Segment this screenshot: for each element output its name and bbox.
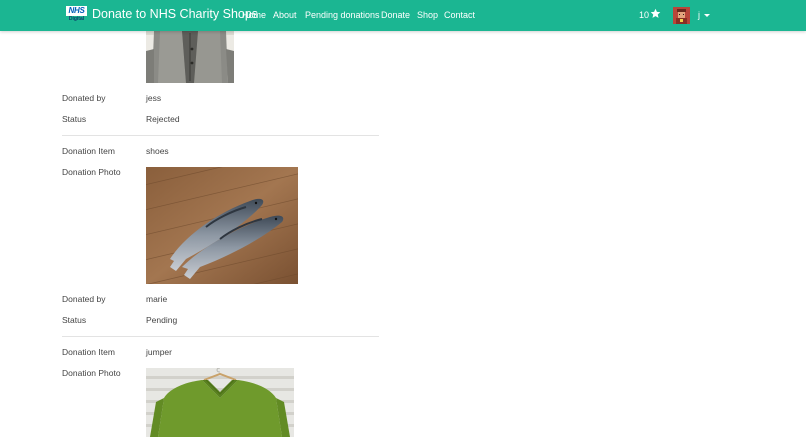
user-menu-toggle[interactable]: j [698,9,700,21]
donation-photo-jacket [146,31,234,83]
digital-logo-text: Digital [68,16,85,22]
nhs-logo-mark: NHS [66,6,87,16]
avatar-image [673,7,690,24]
donor-name: jess [146,93,162,103]
donation-item-name: shoes [146,146,169,156]
status-label: Status [62,315,87,325]
points-count: 10 [639,10,650,20]
donation-divider [62,135,379,136]
caret-down-icon[interactable] [704,14,710,17]
nav-link-home[interactable]: Home [242,9,266,21]
nav-link-donate[interactable]: Donate [381,9,410,21]
donation-photo-shoes [146,167,298,284]
donation-item-name: jumper [146,347,172,357]
star-icon [650,8,661,18]
nav-link-about[interactable]: About [273,9,297,21]
nhs-digital-logo[interactable]: NHS Digital [66,6,87,23]
donation-divider [62,336,379,337]
nav-link-contact[interactable]: Contact [444,9,475,21]
donation-photo-label: Donation Photo [62,167,121,177]
donated-by-label: Donated by [62,294,106,304]
donation-status: Rejected [146,114,180,124]
nav-link-shop[interactable]: Shop [417,9,438,21]
donation-status: Pending [146,315,178,325]
nav-link-pending-donations[interactable]: Pending donations [305,9,380,21]
avatar[interactable] [673,7,690,24]
donation-photo-label: Donation Photo [62,368,121,378]
status-label: Status [62,114,87,124]
donation-item-label: Donation Item [62,146,115,156]
navbar: NHS Digital Donate to NHS Charity Shops … [0,0,806,31]
donation-item-label: Donation Item [62,347,115,357]
brand-title[interactable]: Donate to NHS Charity Shops [92,7,258,22]
donation-photo-jumper [146,368,294,437]
donated-by-label: Donated by [62,93,106,103]
donor-name: marie [146,294,168,304]
